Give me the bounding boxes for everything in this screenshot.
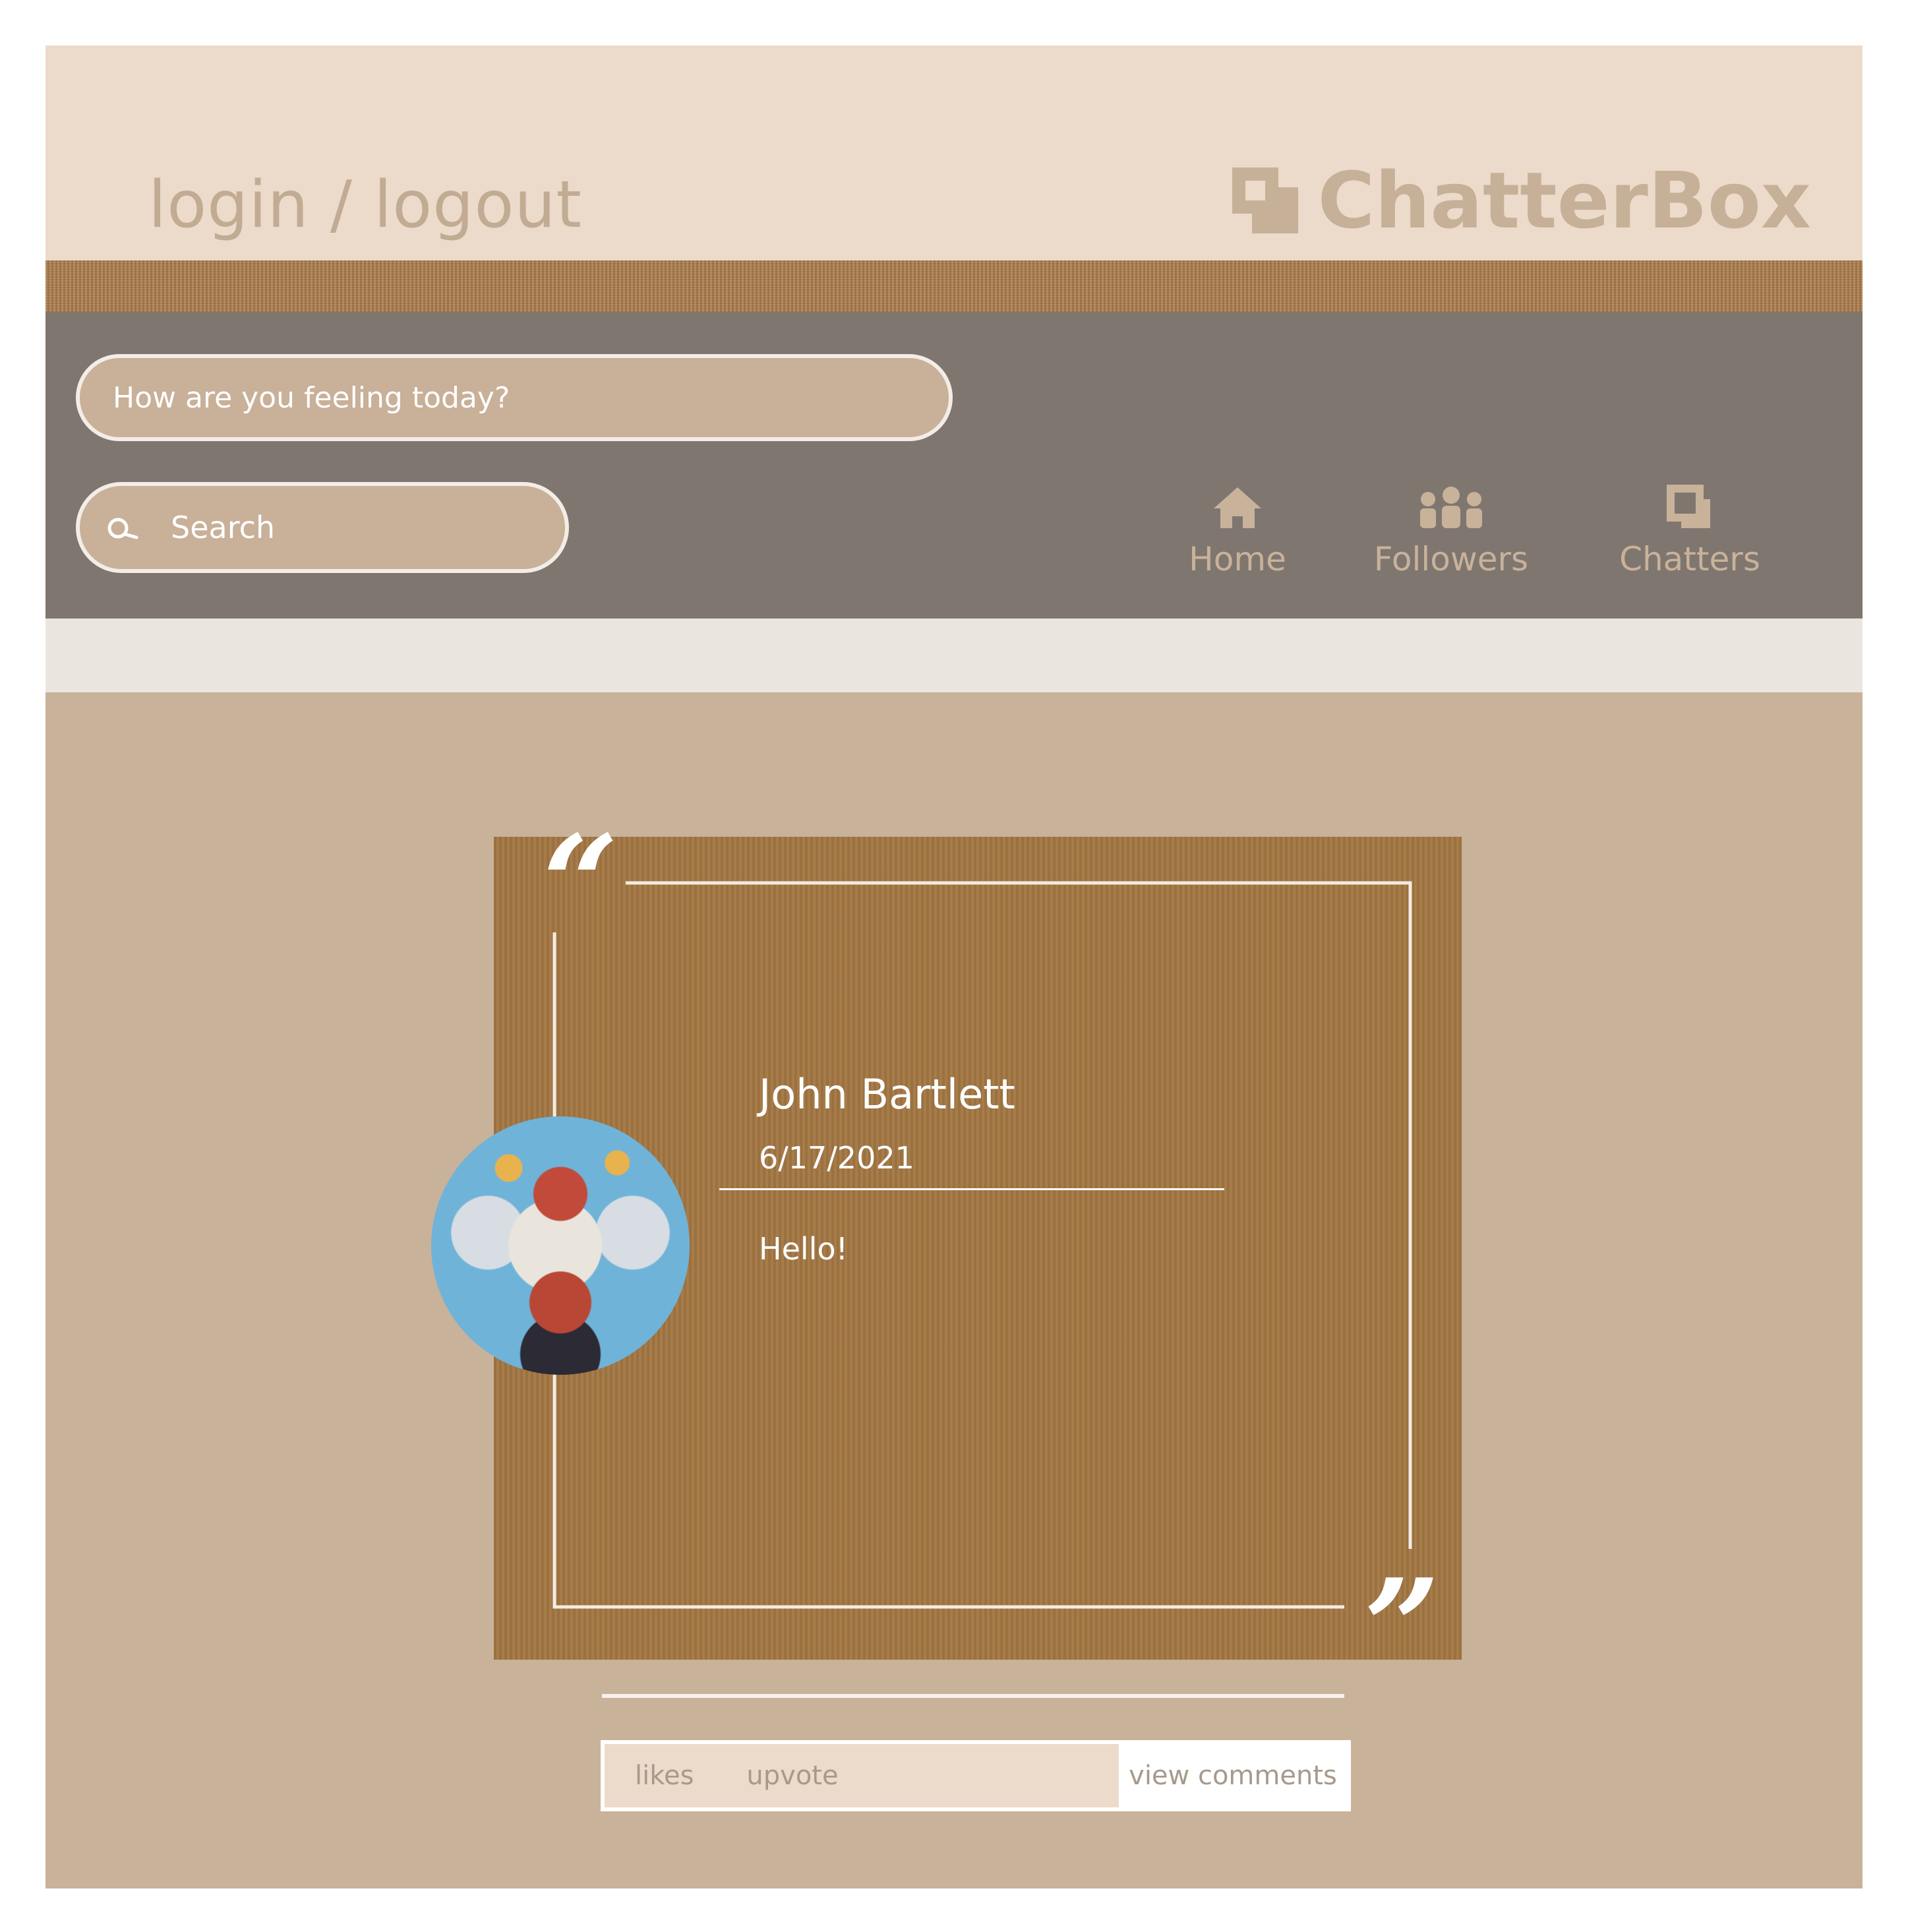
nav-followers[interactable]: Followers — [1339, 485, 1563, 578]
search-icon — [107, 518, 138, 539]
post-divider — [602, 1694, 1344, 1698]
app-window: login / logout ChatterBox Home — [45, 45, 1863, 1888]
post-action-bar: likes upvote view comments — [601, 1740, 1351, 1811]
likes-button[interactable]: likes — [635, 1761, 694, 1791]
nav-followers-label: Followers — [1373, 540, 1529, 578]
vote-actions: likes upvote — [605, 1744, 1119, 1807]
open-quote-icon: “ — [543, 806, 619, 961]
overlapping-squares-icon — [1667, 485, 1710, 528]
post-body: Hello! — [759, 1231, 849, 1267]
view-comments-button[interactable]: view comments — [1129, 1761, 1337, 1791]
decorative-texture-strip — [45, 260, 1863, 312]
login-logout-link[interactable]: login / logout — [148, 167, 582, 243]
author-divider — [719, 1188, 1224, 1190]
search-input[interactable] — [171, 486, 540, 569]
close-quote-icon: ” — [1364, 1550, 1441, 1705]
status-input[interactable] — [76, 354, 953, 441]
nav-band: Home Followers Chatters — [45, 312, 1863, 619]
brand-logo[interactable]: ChatterBox — [1232, 155, 1811, 246]
house-icon — [1214, 487, 1261, 528]
post-date: 6/17/2021 — [759, 1140, 914, 1176]
nav-home-label: Home — [1189, 540, 1286, 578]
nav-chatters[interactable]: Chatters — [1584, 485, 1795, 578]
nav-chatters-label: Chatters — [1619, 540, 1760, 578]
avatar[interactable] — [431, 1116, 690, 1375]
post-author[interactable]: John Bartlett — [759, 1070, 1015, 1118]
search-box[interactable] — [76, 482, 569, 573]
upvote-button[interactable]: upvote — [746, 1761, 838, 1791]
comments-area: view comments — [1119, 1744, 1347, 1807]
brand-name: ChatterBox — [1317, 155, 1811, 246]
top-header: login / logout ChatterBox — [45, 45, 1863, 260]
people-icon — [1420, 487, 1482, 528]
overlapping-squares-icon — [1232, 167, 1298, 233]
divider-band — [45, 619, 1863, 692]
nav-home[interactable]: Home — [1145, 485, 1330, 578]
